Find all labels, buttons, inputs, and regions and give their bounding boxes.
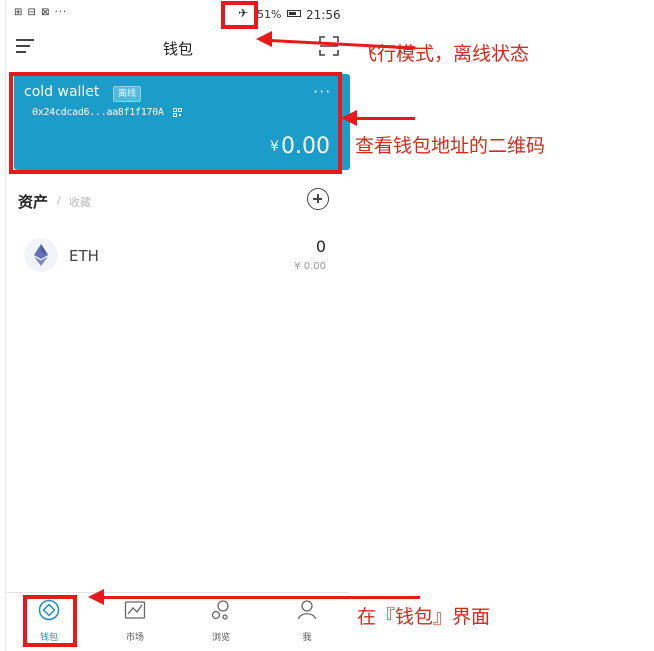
browse-icon — [211, 600, 229, 620]
asset-row[interactable]: ETH 0 ¥ 0.00 — [6, 230, 350, 280]
annotation-box-airplane — [221, 1, 258, 29]
annotation-box-wallet-tab — [23, 595, 77, 647]
annotation-arrowhead-airplane — [256, 31, 272, 47]
nav-market[interactable]: 市场 — [105, 593, 165, 651]
annotation-airplane-mode: 飞行模式，离线状态 — [358, 43, 530, 65]
tab-separator: / — [57, 194, 61, 207]
assets-tab[interactable]: 资产 — [18, 191, 48, 212]
favorites-tab[interactable]: 收藏 — [69, 194, 91, 210]
status-bar: ⊞ ⊟ ⊠ ··· ✈ 51% 21:56 — [6, 0, 350, 30]
annotation-arrowhead-qr — [341, 110, 357, 126]
app-header: 钱包 — [6, 30, 350, 64]
scan-icon[interactable] — [319, 36, 339, 56]
market-chart-icon — [124, 601, 146, 619]
annotation-qr-code: 查看钱包地址的二维码 — [355, 135, 546, 157]
annotation-arrow-qr — [355, 117, 415, 120]
asset-amount: 0 — [315, 237, 326, 256]
battery-percent: 51% — [257, 8, 282, 21]
nav-label-market: 市场 — [125, 633, 144, 643]
add-asset-button[interactable] — [307, 188, 329, 210]
clock: 21:56 — [306, 8, 341, 22]
nav-label-browse: 浏览 — [211, 633, 230, 643]
annotation-box-card — [9, 72, 342, 174]
annotation-wallet-page: 在『钱包』界面 — [357, 606, 491, 628]
notification-icons: ⊞ ⊟ ⊠ ··· — [14, 7, 68, 18]
ethereum-icon — [24, 238, 58, 272]
asset-fiat-value: ¥ 0.00 — [294, 261, 326, 272]
nav-profile[interactable]: 我 — [277, 593, 337, 651]
annotation-arrow-wallet-tab — [102, 596, 420, 599]
nav-label-profile: 我 — [302, 633, 312, 643]
asset-symbol: ETH — [69, 247, 99, 265]
profile-icon — [297, 600, 317, 620]
nav-browse[interactable]: 浏览 — [191, 593, 251, 651]
annotation-area — [350, 0, 654, 651]
annotation-arrowhead-wallet-tab — [88, 589, 104, 605]
battery-icon — [287, 10, 301, 17]
